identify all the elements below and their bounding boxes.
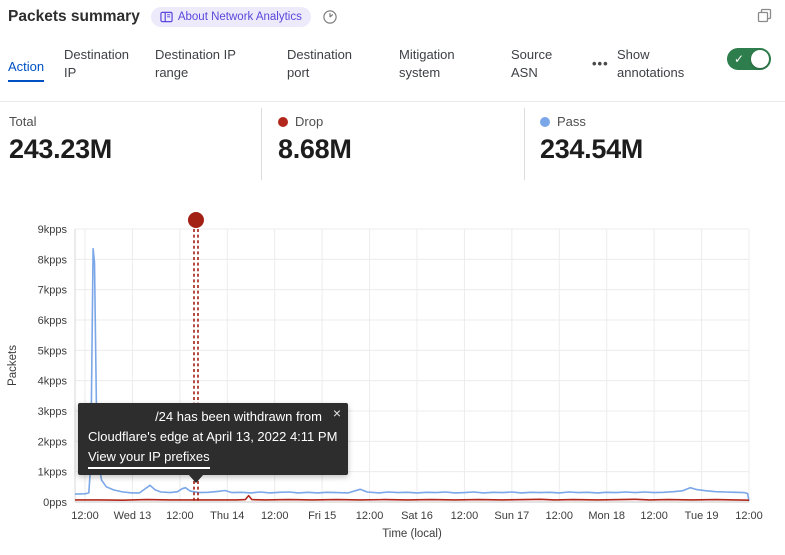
svg-text:9kpps: 9kpps bbox=[38, 224, 68, 236]
view-ip-prefixes-link[interactable]: View your IP prefixes bbox=[88, 447, 210, 469]
tab-source-asn[interactable]: Source ASN bbox=[511, 46, 565, 82]
stat-pass-label: Pass bbox=[557, 114, 586, 129]
svg-text:7kpps: 7kpps bbox=[38, 285, 68, 297]
svg-text:12:00: 12:00 bbox=[71, 510, 99, 522]
book-icon bbox=[160, 11, 173, 23]
stat-total: Total 243.23M bbox=[9, 104, 112, 165]
svg-text:Tue 19: Tue 19 bbox=[685, 510, 719, 522]
svg-text:Wed 13: Wed 13 bbox=[114, 510, 152, 522]
stat-total-label: Total bbox=[9, 114, 36, 129]
svg-text:Thu 14: Thu 14 bbox=[210, 510, 244, 522]
tabs-divider bbox=[0, 101, 785, 102]
svg-text:12:00: 12:00 bbox=[735, 510, 763, 522]
pass-legend-dot bbox=[540, 117, 550, 127]
svg-text:Sun 17: Sun 17 bbox=[494, 510, 529, 522]
svg-text:6kpps: 6kpps bbox=[38, 315, 68, 327]
svg-text:12:00: 12:00 bbox=[451, 510, 479, 522]
close-icon[interactable]: × bbox=[333, 406, 341, 420]
dimension-tabs: Action Destination IP Destination IP ran… bbox=[0, 42, 785, 100]
svg-text:12:00: 12:00 bbox=[356, 510, 384, 522]
badge-label: About Network Analytics bbox=[178, 11, 302, 23]
svg-text:0pps: 0pps bbox=[43, 497, 67, 509]
annotation-tooltip: /24 has been withdrawn from Cloudflare's… bbox=[78, 403, 348, 475]
tab-destination-ip[interactable]: Destination IP bbox=[64, 46, 144, 82]
svg-text:2kpps: 2kpps bbox=[38, 436, 68, 448]
header: Packets summary About Network Analytics bbox=[8, 7, 338, 27]
svg-text:5kpps: 5kpps bbox=[38, 345, 68, 357]
annotation-marker[interactable] bbox=[188, 212, 204, 228]
stat-drop-label: Drop bbox=[295, 114, 323, 129]
packets-chart[interactable]: 0pps 1kpps 2kpps 3kpps 4kpps 5kpps 6kpps 7kpps 8… bbox=[0, 203, 785, 555]
tooltip-caret bbox=[188, 474, 204, 483]
svg-text:12:00: 12:00 bbox=[640, 510, 668, 522]
toggle-knob bbox=[751, 50, 769, 68]
svg-text:12:00: 12:00 bbox=[546, 510, 574, 522]
tab-destination-port[interactable]: Destination port bbox=[287, 46, 371, 82]
stat-drop: Drop 8.68M bbox=[278, 104, 352, 165]
tooltip-message-line1: /24 has been withdrawn from bbox=[88, 407, 338, 427]
tab-destination-ip-range[interactable]: Destination IP range bbox=[155, 46, 257, 82]
svg-text:Time (local): Time (local) bbox=[382, 528, 442, 540]
show-annotations-toggle[interactable]: ✓ bbox=[727, 48, 771, 70]
svg-text:12:00: 12:00 bbox=[166, 510, 194, 522]
show-annotations-label: Show annotations bbox=[617, 46, 703, 82]
svg-text:4kpps: 4kpps bbox=[38, 376, 68, 388]
stat-pass-value: 234.54M bbox=[540, 134, 643, 165]
drop-legend-dot bbox=[278, 117, 288, 127]
svg-text:8kpps: 8kpps bbox=[38, 254, 68, 266]
stats-divider bbox=[524, 108, 525, 180]
stats-divider bbox=[261, 108, 262, 180]
stat-pass: Pass 234.54M bbox=[540, 104, 643, 165]
series-line-drop bbox=[75, 496, 749, 501]
time-range-icon[interactable] bbox=[322, 9, 338, 25]
svg-text:3kpps: 3kpps bbox=[38, 406, 68, 418]
page-title: Packets summary bbox=[8, 8, 140, 26]
svg-text:1kpps: 1kpps bbox=[38, 467, 68, 479]
more-tabs-button[interactable]: ••• bbox=[592, 56, 609, 71]
stat-total-value: 243.23M bbox=[9, 134, 112, 165]
expand-view-icon[interactable] bbox=[757, 8, 772, 28]
tooltip-message-line2: Cloudflare's edge at April 13, 2022 4:11… bbox=[88, 429, 337, 444]
stat-drop-value: 8.68M bbox=[278, 134, 352, 165]
svg-text:Sat 16: Sat 16 bbox=[401, 510, 433, 522]
svg-text:Packets: Packets bbox=[7, 345, 19, 386]
svg-text:Fri 15: Fri 15 bbox=[308, 510, 336, 522]
svg-text:12:00: 12:00 bbox=[261, 510, 289, 522]
packets-summary-card: Packets summary About Network Analytics … bbox=[0, 0, 785, 555]
stats-row: Total 243.23M Drop 8.68M Pass 234.54M bbox=[0, 104, 785, 186]
tab-action[interactable]: Action bbox=[8, 58, 44, 82]
about-network-analytics-badge[interactable]: About Network Analytics bbox=[151, 7, 311, 27]
check-icon: ✓ bbox=[734, 51, 744, 67]
tab-mitigation-system[interactable]: Mitigation system bbox=[399, 46, 479, 82]
svg-text:Mon 18: Mon 18 bbox=[588, 510, 625, 522]
